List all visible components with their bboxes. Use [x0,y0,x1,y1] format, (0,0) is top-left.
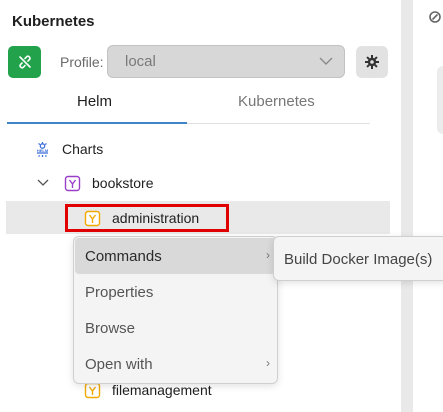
tab-active-indicator [7,122,187,124]
chevron-down-icon[interactable] [36,176,50,190]
svg-text:HELM: HELM [37,148,49,153]
settings-button[interactable] [356,46,388,78]
profile-label: Profile: [60,54,104,70]
tree-item-label: bookstore [92,175,154,191]
menu-item-label: Commands [85,247,162,265]
profile-select[interactable]: local [107,45,345,78]
selection-highlight [65,204,229,232]
tab-helm[interactable]: Helm [77,93,112,110]
right-panel [413,0,443,412]
chevron-right-icon: › [266,248,270,262]
context-menu: Commands › Properties Browse Open with › [73,236,278,384]
connect-button[interactable] [8,46,41,78]
chart-icon [84,382,101,398]
tree-item-bookstore[interactable]: bookstore [36,173,153,193]
menu-item-build-docker-images[interactable]: Build Docker Image(s) [284,251,432,268]
tree-item-label: Charts [62,141,104,157]
menu-item-label: Browse [85,319,136,337]
menu-item-label: Open with [85,355,153,373]
profile-value: local [125,53,156,70]
menu-item-open-with[interactable]: Open with › [75,346,276,382]
unlink-icon [18,55,31,69]
menu-item-properties[interactable]: Properties [75,274,276,310]
tree-item-label: filemanagement [112,382,212,398]
menu-item-browse[interactable]: Browse [75,310,276,346]
commands-submenu: Build Docker Image(s) [273,236,443,281]
tree-item-charts[interactable]: HELM Charts [34,139,103,159]
right-panel-card [437,66,443,134]
panel-title: Kubernetes [12,13,95,30]
chevron-down-icon [319,57,333,65]
tab-kubernetes[interactable]: Kubernetes [238,93,315,110]
settings-cog-icon[interactable] [428,10,442,24]
chevron-right-icon: › [266,356,270,370]
menu-item-commands[interactable]: Commands › [75,238,276,274]
gear-icon [365,55,379,69]
menu-item-label: Properties [85,283,154,301]
tab-divider [187,123,370,124]
helm-icon: HELM [37,141,49,157]
chart-icon [64,175,81,191]
